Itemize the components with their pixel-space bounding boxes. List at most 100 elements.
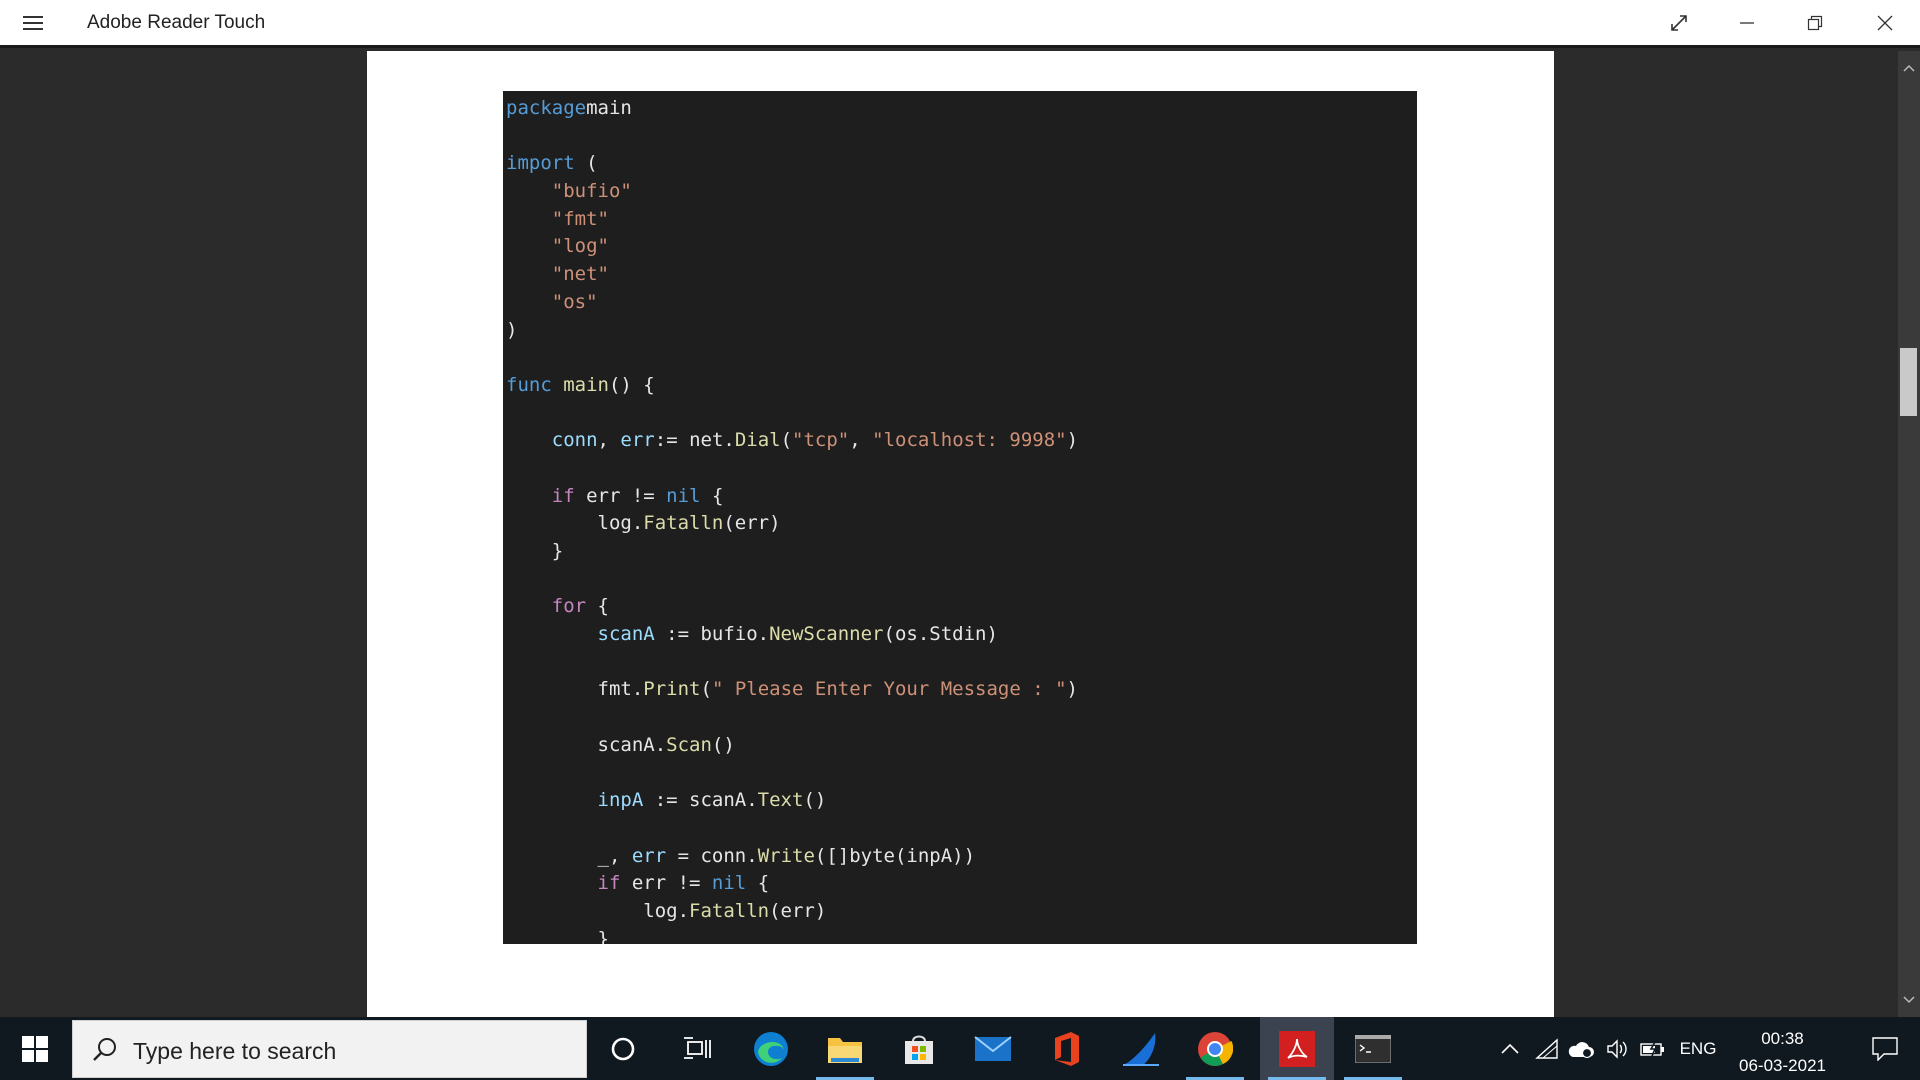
action-center-button[interactable]	[1850, 1017, 1920, 1080]
volume-button[interactable]	[1602, 1017, 1634, 1080]
code-token: Print	[643, 678, 701, 701]
edge-button[interactable]	[734, 1017, 808, 1080]
code-token: "fmt"	[506, 207, 609, 230]
network-button[interactable]	[1532, 1017, 1562, 1080]
code-line: "fmt"	[506, 206, 1417, 234]
cortana-button[interactable]	[586, 1017, 660, 1080]
task-view-icon	[684, 1036, 711, 1059]
code-line: "net"	[506, 261, 1417, 289]
code-line: fmt.Print(" Please Enter Your Message : …	[506, 676, 1417, 704]
office-button[interactable]	[1030, 1017, 1104, 1080]
store-icon	[905, 1035, 933, 1064]
taskbar: Type here to search ENG 00:38 06-03-2021	[0, 1017, 1920, 1080]
minimize-button[interactable]	[1714, 0, 1780, 46]
code-token: package	[506, 97, 587, 119]
adobe-reader-icon	[1279, 1030, 1315, 1067]
input-language-indicator[interactable]: ENG	[1672, 1017, 1724, 1080]
store-button[interactable]	[882, 1017, 956, 1080]
code-token: (	[780, 429, 793, 452]
code-token: (err)	[723, 512, 781, 535]
restore-button[interactable]	[1782, 0, 1848, 46]
show-hidden-icons-button[interactable]	[1494, 1017, 1526, 1080]
code-token: Scan	[666, 733, 712, 756]
wireshark-icon	[1123, 1032, 1159, 1066]
code-token: Fatalln	[689, 899, 770, 922]
onedrive-button[interactable]	[1564, 1017, 1598, 1080]
vertical-scrollbar[interactable]	[1898, 51, 1920, 1017]
code-token: " Please Enter Your Message : "	[711, 678, 1067, 701]
code-line: scanA.Scan()	[506, 732, 1417, 760]
code-token: nil	[711, 872, 747, 895]
chrome-icon	[1198, 1031, 1233, 1066]
code-line: "bufio"	[506, 178, 1417, 206]
scroll-up-button[interactable]	[1898, 57, 1920, 79]
code-token: (	[574, 152, 598, 175]
code-token: {	[746, 872, 770, 895]
code-line: "os"	[506, 289, 1417, 317]
code-token: ,	[597, 429, 621, 452]
code-token: fmt.	[506, 678, 644, 701]
taskbar-search-box[interactable]: Type here to search	[72, 1020, 587, 1078]
code-line: }	[506, 538, 1417, 566]
code-token: err	[620, 429, 655, 452]
code-listing: packagemain import ( "bufio" "fmt" "log"…	[506, 95, 1417, 944]
pdf-page: packagemain import ( "bufio" "fmt" "log"…	[367, 51, 1554, 1017]
code-token: log.	[506, 512, 644, 535]
close-button[interactable]	[1852, 0, 1918, 46]
battery-button[interactable]	[1636, 1017, 1670, 1080]
file-explorer-icon	[828, 1037, 862, 1063]
code-token: log.	[506, 899, 690, 922]
code-token: import	[506, 152, 575, 175]
code-line: scanA := bufio.NewScanner(os.Stdin)	[506, 621, 1417, 649]
chrome-button[interactable]	[1178, 1017, 1252, 1080]
notification-icon	[1872, 1036, 1898, 1061]
code-line: "log"	[506, 233, 1417, 261]
clock[interactable]: 00:38 06-03-2021	[1725, 1025, 1840, 1079]
windows-logo-icon	[22, 1035, 48, 1062]
scroll-thumb[interactable]	[1900, 348, 1917, 416]
code-token: ()	[803, 789, 827, 812]
chevron-up-icon	[1501, 1043, 1519, 1054]
start-button[interactable]	[0, 1017, 70, 1080]
code-token: scanA.	[506, 733, 667, 756]
mail-button[interactable]	[956, 1017, 1030, 1080]
file-explorer-button[interactable]	[808, 1017, 882, 1080]
adobe-reader-button[interactable]	[1260, 1017, 1334, 1080]
code-token: ([]byte(inpA))	[814, 844, 976, 867]
fullscreen-button[interactable]	[1646, 0, 1712, 46]
title-bar: Adobe Reader Touch	[0, 0, 1920, 48]
edge-icon	[754, 1031, 788, 1066]
code-line: packagemain	[506, 95, 1417, 123]
code-token: nil	[666, 484, 701, 507]
code-token: "localhost: 9998"	[872, 429, 1067, 452]
command-prompt-button[interactable]	[1336, 1017, 1410, 1080]
hamburger-menu-icon[interactable]	[20, 14, 48, 34]
scroll-down-button[interactable]	[1898, 989, 1920, 1011]
code-line: for {	[506, 593, 1417, 621]
code-line: if err != nil {	[506, 870, 1417, 898]
task-view-button[interactable]	[660, 1017, 734, 1080]
document-viewport[interactable]: packagemain import ( "bufio" "fmt" "log"…	[5, 51, 1898, 1017]
code-token: }	[506, 540, 564, 562]
code-token: "log"	[506, 235, 609, 258]
code-line: if err != nil {	[506, 483, 1417, 511]
wireshark-button[interactable]	[1104, 1017, 1178, 1080]
code-token: if	[551, 484, 575, 507]
clock-date: 06-03-2021	[1739, 1056, 1826, 1075]
code-line: log.Fatalln(err)	[506, 510, 1417, 538]
search-placeholder: Type here to search	[133, 1038, 337, 1064]
code-token: err !=	[620, 872, 712, 895]
search-icon	[93, 1038, 116, 1061]
close-icon	[1877, 15, 1893, 31]
